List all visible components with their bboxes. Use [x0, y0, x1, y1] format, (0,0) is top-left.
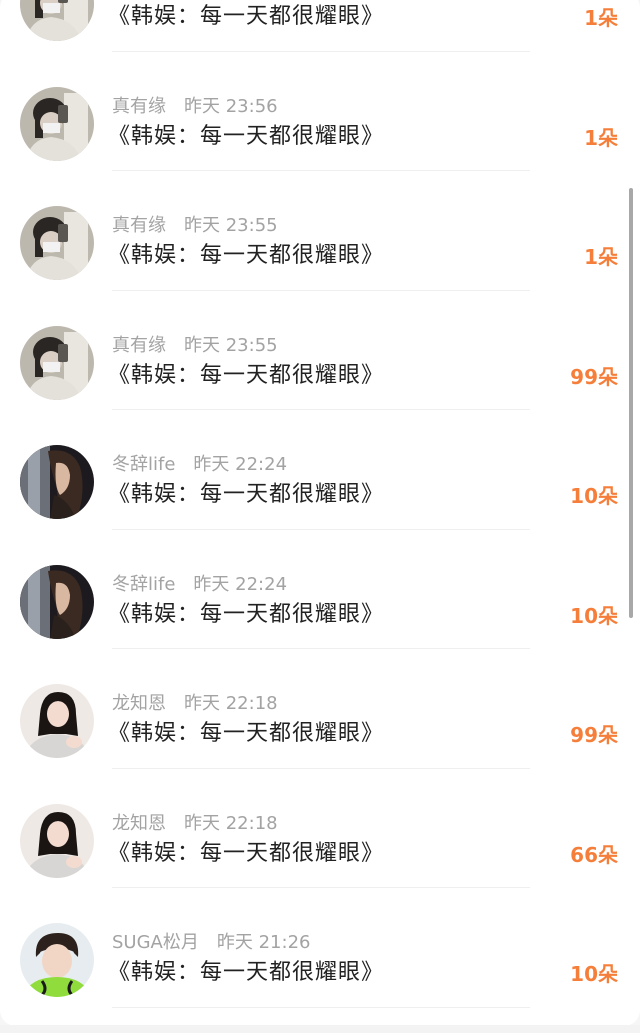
- book-title[interactable]: 《韩娱：每一天都很耀眼》: [108, 241, 384, 271]
- profile-portrait-avatar-icon[interactable]: [20, 445, 94, 519]
- book-title[interactable]: 《韩娱：每一天都很耀眼》: [108, 600, 384, 630]
- gift-row[interactable]: 真有缘 昨天 23:55 《韩娱：每一天都很耀眼》 1朵: [0, 171, 640, 291]
- flower-count: 1朵: [584, 6, 618, 30]
- gift-row-meta: 真有缘 昨天 23:56: [112, 96, 278, 118]
- flower-count: 10朵: [570, 484, 618, 508]
- selfie-avatar-icon[interactable]: [20, 0, 94, 41]
- sent-time: 昨天 22:24: [193, 573, 288, 595]
- gift-row-meta: SUGA松月 昨天 21:26: [112, 932, 310, 954]
- selfie-avatar-icon[interactable]: [20, 86, 94, 161]
- flower-count: 99朵: [570, 723, 618, 747]
- gift-record-page: 《韩娱：每一天都很耀眼》 1朵 真有缘 昨天 23:56 《韩娱：每一天都很耀眼》…: [0, 0, 640, 1033]
- book-title[interactable]: 《韩娱：每一天都很耀眼》: [108, 2, 384, 32]
- gift-row[interactable]: 龙知恩 昨天 22:18 《韩娱：每一天都很耀眼》 99朵: [0, 649, 640, 769]
- boy-portrait-avatar-icon[interactable]: [20, 923, 94, 997]
- sender-name[interactable]: 真有缘: [112, 335, 166, 356]
- row-divider: [112, 1006, 530, 1008]
- book-title[interactable]: 《韩娱：每一天都很耀眼》: [108, 719, 384, 749]
- sender-name[interactable]: 龙知恩: [112, 693, 166, 714]
- gift-row[interactable]: 冬辞life 昨天 22:24 《韩娱：每一天都很耀眼》 10朵: [0, 530, 640, 649]
- gift-row[interactable]: 真有缘 昨天 23:56 《韩娱：每一天都很耀眼》 1朵: [0, 52, 640, 171]
- selfie-avatar-icon[interactable]: [20, 325, 94, 400]
- sent-time: 昨天 23:56: [184, 95, 278, 117]
- book-title[interactable]: 《韩娱：每一天都很耀眼》: [108, 122, 384, 152]
- gift-row-meta: 冬辞life 昨天 22:24: [112, 454, 287, 476]
- book-title[interactable]: 《韩娱：每一天都很耀眼》: [108, 839, 384, 869]
- gift-row[interactable]: 龙知恩 昨天 22:18 《韩娱：每一天都很耀眼》 66朵: [0, 769, 640, 888]
- book-title[interactable]: 《韩娱：每一天都很耀眼》: [108, 958, 384, 988]
- sent-time: 昨天 22:18: [184, 693, 278, 714]
- sent-time: 昨天 22:24: [193, 454, 288, 475]
- gift-row-meta: 龙知恩 昨天 22:18: [112, 693, 278, 715]
- selfie-avatar-icon[interactable]: [20, 206, 94, 280]
- gift-row[interactable]: 《韩娱：每一天都很耀眼》 1朵: [0, 0, 640, 52]
- gift-row-meta: 真有缘 昨天 23:55: [112, 215, 278, 237]
- sender-name[interactable]: 冬辞life: [112, 574, 175, 595]
- gift-row[interactable]: SUGA松月 昨天 21:26 《韩娱：每一天都很耀眼》 10朵: [0, 888, 640, 1008]
- sender-name[interactable]: 真有缘: [112, 215, 166, 236]
- sender-name[interactable]: 冬辞life: [112, 454, 175, 475]
- sender-name[interactable]: 真有缘: [112, 96, 166, 117]
- girl-portrait-avatar-icon[interactable]: [20, 803, 94, 878]
- girl-portrait-avatar-icon[interactable]: [20, 684, 94, 758]
- gift-list-card: 《韩娱：每一天都很耀眼》 1朵 真有缘 昨天 23:56 《韩娱：每一天都很耀眼》…: [0, 0, 640, 1026]
- sender-name[interactable]: SUGA松月: [112, 932, 199, 953]
- gift-list[interactable]: 《韩娱：每一天都很耀眼》 1朵 真有缘 昨天 23:56 《韩娱：每一天都很耀眼》…: [0, 0, 640, 1008]
- gift-row-meta: 冬辞life 昨天 22:24: [112, 574, 287, 596]
- sent-time: 昨天 23:55: [184, 215, 278, 236]
- gift-row[interactable]: 冬辞life 昨天 22:24 《韩娱：每一天都很耀眼》 10朵: [0, 410, 640, 530]
- flower-count: 10朵: [570, 603, 618, 628]
- gift-row-meta: 真有缘 昨天 23:55: [112, 335, 278, 357]
- flower-count: 66朵: [570, 842, 618, 867]
- gift-row-meta: 龙知恩 昨天 22:18: [112, 813, 278, 835]
- sent-time: 昨天 23:55: [184, 334, 278, 356]
- book-title[interactable]: 《韩娱：每一天都很耀眼》: [108, 361, 384, 391]
- flower-count: 99朵: [570, 364, 618, 389]
- book-title[interactable]: 《韩娱：每一天都很耀眼》: [108, 480, 384, 510]
- gift-row[interactable]: 真有缘 昨天 23:55 《韩娱：每一天都很耀眼》 99朵: [0, 291, 640, 410]
- scrollbar[interactable]: [629, 188, 633, 618]
- flower-count: 10朵: [570, 962, 618, 986]
- bottom-strip: [0, 1025, 640, 1033]
- profile-portrait-avatar-icon[interactable]: [20, 564, 94, 639]
- sent-time: 昨天 21:26: [216, 932, 311, 953]
- sent-time: 昨天 22:18: [184, 812, 278, 834]
- flower-count: 1朵: [584, 245, 618, 269]
- sender-name[interactable]: 龙知恩: [112, 813, 166, 834]
- flower-count: 1朵: [584, 125, 618, 150]
